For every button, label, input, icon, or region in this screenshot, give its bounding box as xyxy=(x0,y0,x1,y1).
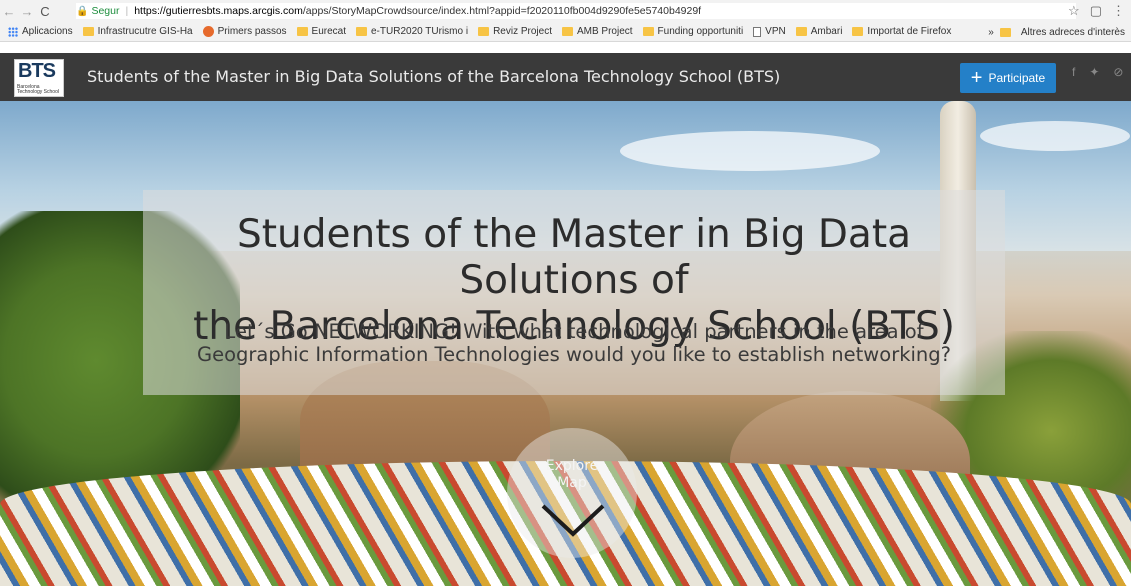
hero-subtitle-line: Geographic Information Technologies woul… xyxy=(196,343,952,366)
bookmark-apps[interactable]: Aplicacions xyxy=(8,26,73,37)
bookmark-item[interactable]: VPN xyxy=(753,26,786,37)
address-bar[interactable]: 🔒 Segur | https://gutierresbts.maps.arcg… xyxy=(76,3,1076,19)
browser-right-icons: ☆ ▢ ⋮ xyxy=(1068,3,1125,19)
folder-icon xyxy=(561,27,573,36)
folder-icon xyxy=(852,27,864,36)
bookmark-label: Importat de Firefox xyxy=(867,26,952,37)
social-links: f ✦ ⊘ xyxy=(1072,65,1123,79)
participate-button[interactable]: + Participate xyxy=(960,63,1056,93)
bookmark-label: AMB Project xyxy=(576,26,633,37)
globe-icon xyxy=(202,26,214,37)
secure-label: Segur xyxy=(91,5,120,17)
folder-icon xyxy=(296,27,308,36)
lock-icon: 🔒 xyxy=(76,5,89,17)
url-text: https://gutierresbts.maps.arcgis.com/app… xyxy=(134,5,701,17)
bookmark-label: Aplicacions xyxy=(22,26,73,37)
explore-label-line: Explore xyxy=(545,458,599,474)
bookmark-label: Primers passos xyxy=(217,26,287,37)
hero-subtitle: Let´s Go NETWORKING! With what technolog… xyxy=(143,320,1005,366)
bookmarks-bar: Aplicacions Infrastrucutre GIS-Ha Primer… xyxy=(0,22,1131,42)
participate-label: Participate xyxy=(988,71,1046,85)
header-title: Students of the Master in Big Data Solut… xyxy=(87,67,781,86)
bookmark-label: Ambari xyxy=(810,26,843,37)
menu-icon[interactable]: ⋮ xyxy=(1112,3,1125,19)
url-host: https://gutierresbts.maps.arcgis.com xyxy=(134,5,303,17)
extension-icon[interactable]: ▢ xyxy=(1090,3,1102,19)
url-path: /apps/StoryMapCrowdsource/index.html?app… xyxy=(302,5,702,17)
divider: | xyxy=(125,5,129,17)
chevron-more-icon[interactable]: » xyxy=(988,27,994,38)
bookmark-item[interactable]: Reviz Project xyxy=(478,26,552,37)
reload-icon[interactable]: C xyxy=(36,4,54,19)
logo-subtext: Barcelona Technology School xyxy=(17,84,59,95)
bookmark-label: Eurecat xyxy=(311,26,346,37)
apps-icon xyxy=(8,26,18,37)
other-bookmarks-label: Altres adreces d'interès xyxy=(1020,26,1125,38)
bookmark-item[interactable]: Funding opportuniti xyxy=(642,26,744,37)
bts-logo: BTS Barcelona Technology School xyxy=(14,59,64,97)
twitter-icon[interactable]: ✦ xyxy=(1089,65,1099,79)
browser-toolbar: ← → C 🔒 Segur | https://gutierresbts.map… xyxy=(0,0,1131,22)
cloud xyxy=(980,121,1130,151)
bookmark-label: e-TUR2020 TUrismo i xyxy=(371,26,469,37)
chevron-down-icon[interactable] xyxy=(540,500,606,540)
bookmark-label: Infrastrucutre GIS-Ha xyxy=(97,26,193,37)
folder-icon xyxy=(999,27,1011,37)
link-icon[interactable]: ⊘ xyxy=(1113,65,1123,79)
folder-icon xyxy=(795,27,807,36)
facebook-icon[interactable]: f xyxy=(1072,65,1075,79)
bookmark-item[interactable]: e-TUR2020 TUrismo i xyxy=(356,26,468,37)
back-icon[interactable]: ← xyxy=(0,4,18,19)
bookmark-label: Funding opportuniti xyxy=(657,26,744,37)
folder-icon xyxy=(478,27,490,36)
explore-map-label[interactable]: Explore Map xyxy=(507,458,637,492)
bookmark-item[interactable]: Importat de Firefox xyxy=(852,26,951,37)
star-icon[interactable]: ☆ xyxy=(1068,3,1080,19)
page-icon xyxy=(753,26,762,37)
folder-icon xyxy=(82,27,94,36)
bookmark-item[interactable]: Ambari xyxy=(795,26,843,37)
folder-icon xyxy=(642,27,654,36)
other-bookmarks[interactable]: » Altres adreces d'interès xyxy=(988,22,1125,41)
bookmark-item[interactable]: AMB Project xyxy=(561,26,633,37)
bookmark-item[interactable]: Eurecat xyxy=(296,26,346,37)
hero-subtitle-line: Let´s Go NETWORKING! With what technolog… xyxy=(224,320,924,343)
hero-title-line: Students of the Master in Big Data Solut… xyxy=(236,212,912,303)
bookmark-item[interactable]: Primers passos xyxy=(202,26,287,37)
folder-icon xyxy=(356,27,367,36)
forward-icon[interactable]: → xyxy=(18,4,36,19)
explore-label-line: Map xyxy=(557,475,587,491)
plus-icon: + xyxy=(970,67,983,89)
bookmark-label: VPN xyxy=(765,26,786,37)
bookmark-label: Reviz Project xyxy=(493,26,552,37)
cloud xyxy=(620,131,880,171)
bookmark-item[interactable]: Infrastrucutre GIS-Ha xyxy=(82,26,193,37)
logo-text: BTS xyxy=(18,60,56,82)
